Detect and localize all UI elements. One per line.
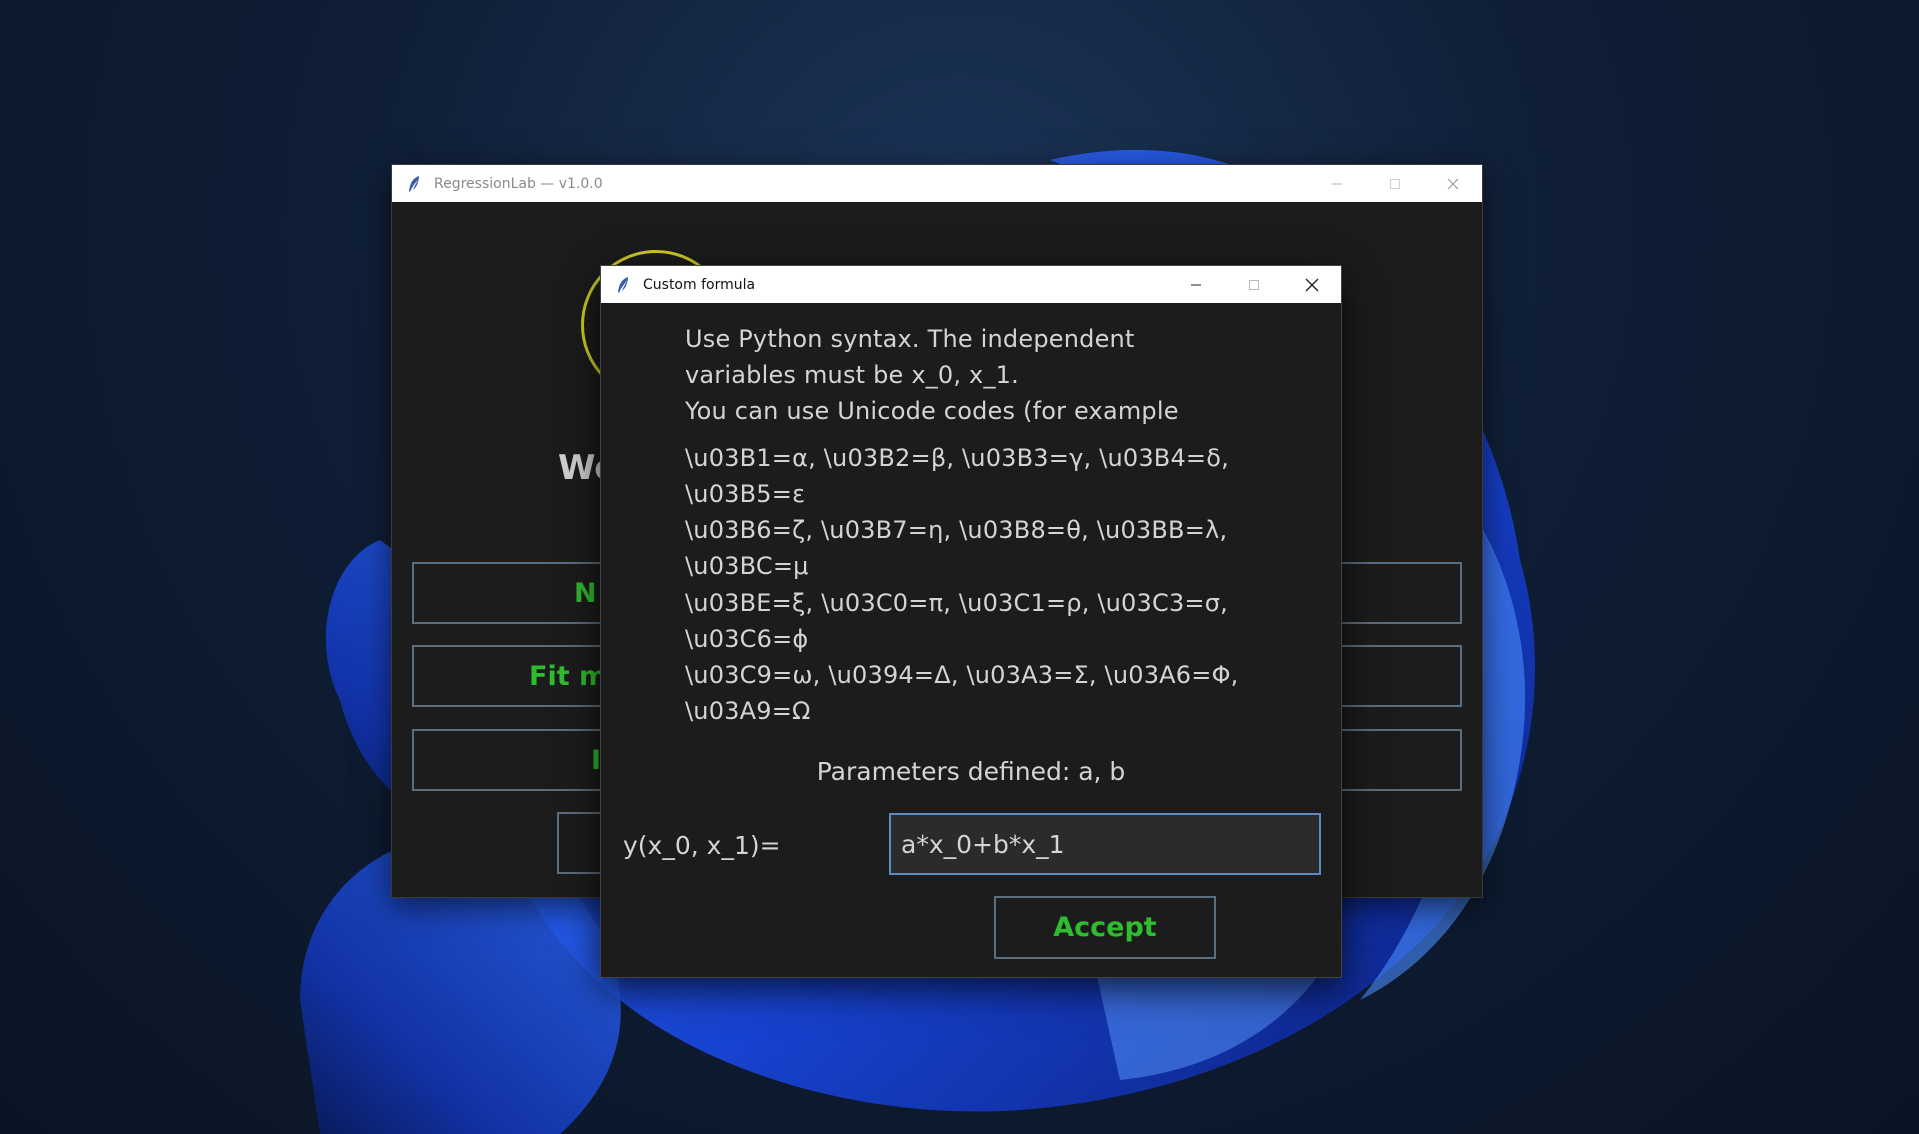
formula-input[interactable] xyxy=(889,813,1321,875)
help-text-line: \u03A9=Ω xyxy=(685,697,811,725)
help-text-line: \u03B1=α, \u03B2=β, \u03B3=γ, \u03B4=δ, xyxy=(685,444,1229,472)
dialog-titlebar[interactable]: Custom formula xyxy=(601,266,1341,303)
help-text-line: Use Python syntax. The independent xyxy=(685,325,1135,353)
dialog-body: Use Python syntax. The independent varia… xyxy=(601,303,1341,977)
main-titlebar[interactable]: RegressionLab — v1.0.0 xyxy=(392,165,1482,202)
feather-icon xyxy=(406,174,422,194)
accept-button[interactable]: Accept xyxy=(994,896,1216,959)
maximize-icon[interactable] xyxy=(1366,165,1424,202)
help-text-line: variables must be x_0, x_1. xyxy=(685,361,1019,389)
minimize-icon[interactable] xyxy=(1308,165,1366,202)
menu-button-1-label: N xyxy=(574,577,597,609)
help-text-line: \u03BC=μ xyxy=(685,552,809,580)
formula-label: y(x_0, x_1)= xyxy=(623,831,781,860)
parameters-label: Parameters defined: a, b xyxy=(816,757,1126,786)
help-text-line: You can use Unicode codes (for example xyxy=(685,397,1179,425)
main-window-title: RegressionLab — v1.0.0 xyxy=(434,175,603,192)
close-icon[interactable] xyxy=(1283,266,1341,303)
feather-icon xyxy=(615,275,631,295)
help-text-line: \u03B6=ζ, \u03B7=η, \u03B8=θ, \u03BB=λ, xyxy=(685,516,1228,544)
close-icon[interactable] xyxy=(1424,165,1482,202)
minimize-icon[interactable] xyxy=(1167,266,1225,303)
help-text-line: \u03C6=ϕ xyxy=(685,625,809,653)
help-text-line: \u03C9=ω, \u0394=Δ, \u03A3=Σ, \u03A6=Φ, xyxy=(685,661,1239,689)
dialog-title: Custom formula xyxy=(643,276,756,293)
help-text-line: \u03B5=ε xyxy=(685,480,806,508)
menu-button-2-label: Fit m xyxy=(529,660,608,692)
custom-formula-dialog: Custom formula Use Python syntax. The in… xyxy=(600,265,1342,978)
help-text-line: \u03BE=ξ, \u03C0=π, \u03C1=ρ, \u03C3=σ, xyxy=(685,589,1228,617)
maximize-icon[interactable] xyxy=(1225,266,1283,303)
